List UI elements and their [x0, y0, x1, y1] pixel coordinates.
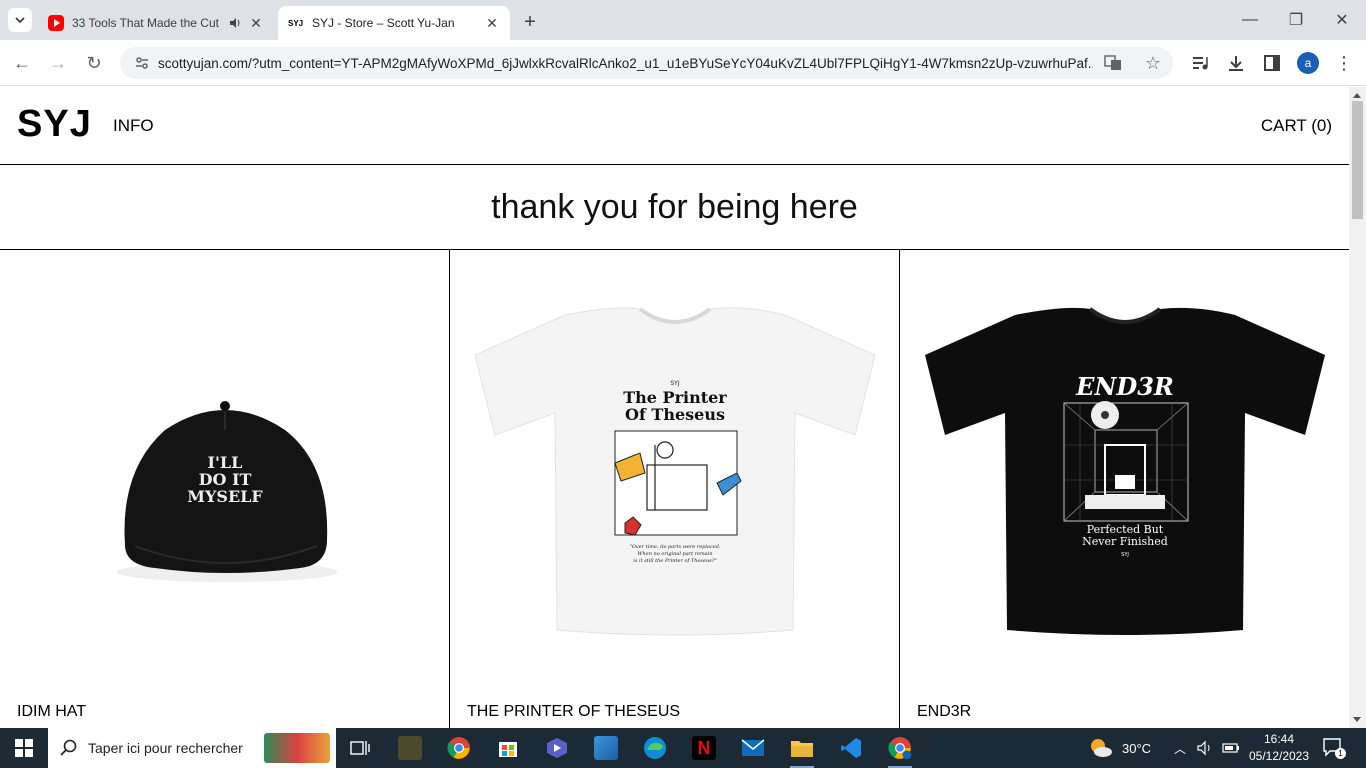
download-icon[interactable]: [1226, 53, 1246, 73]
speaker-icon[interactable]: [228, 16, 242, 30]
minimize-icon[interactable]: —: [1238, 8, 1262, 32]
cart-link[interactable]: CART (0): [1261, 116, 1332, 136]
shirt-title-line: Of Theseus: [625, 405, 725, 424]
product-name[interactable]: THE PRINTER OF THESEUS: [467, 703, 680, 721]
shirt-subtitle-line: Never Finished: [1082, 535, 1168, 548]
scrollbar-thumb[interactable]: [1352, 101, 1363, 219]
menu-kebab-icon[interactable]: ⋮: [1334, 53, 1354, 73]
chevron-down-icon: [15, 17, 25, 24]
search-placeholder: Taper ici pour rechercher: [88, 740, 243, 756]
scroll-up-arrow-icon[interactable]: [1353, 93, 1361, 98]
task-view-icon[interactable]: [336, 728, 384, 768]
tray-expand-icon[interactable]: ︿: [1174, 728, 1186, 768]
file-explorer-icon[interactable]: [778, 728, 826, 768]
shirt-title: END3R: [1075, 372, 1174, 401]
product-name[interactable]: IDIM HAT: [17, 703, 86, 721]
hat-text-line: MYSELF: [187, 487, 263, 506]
product-card-idim-hat[interactable]: I'LL DO IT MYSELF IDIM HAT: [0, 250, 450, 728]
tab-youtube[interactable]: 33 Tools That Made the Cut ✕: [38, 6, 274, 40]
windows-start-icon[interactable]: [0, 728, 48, 768]
photos-icon[interactable]: [582, 728, 630, 768]
forward-icon[interactable]: →: [46, 51, 70, 75]
reload-icon[interactable]: ↻: [82, 51, 106, 75]
shirt-quote-line: When no original part remain: [637, 551, 712, 557]
video-editor-icon[interactable]: [533, 728, 581, 768]
new-tab-button[interactable]: +: [518, 10, 542, 34]
shirt-brand: SYJ: [670, 380, 679, 387]
windows-taskbar: Taper ici pour rechercher N 30°C ︿ 16:44…: [0, 728, 1366, 768]
welcome-banner: thank you for being here: [0, 165, 1349, 250]
nav-info-link[interactable]: INFO: [113, 116, 154, 136]
weather-temp: 30°C: [1122, 740, 1152, 756]
shirt-quote-line: is it still the Printer of Theseus?": [633, 558, 716, 564]
clock-date: 05/12/2023: [1248, 749, 1310, 763]
address-bar[interactable]: scottyujan.com/?utm_content=YT-APM2gMAfy…: [120, 47, 1173, 79]
site-header: SYJ INFO CART (0): [0, 87, 1349, 165]
browser-toolbar: ← → ↻ scottyujan.com/?utm_content=YT-APM…: [0, 40, 1366, 86]
side-panel-icon[interactable]: [1262, 53, 1282, 73]
battery-icon[interactable]: [1222, 728, 1240, 768]
notification-center-icon[interactable]: 1: [1322, 737, 1346, 759]
weather-sun-cloud-icon: [1091, 739, 1112, 757]
product-card-printer-of-theseus[interactable]: SYJ The Printer Of Theseus "Over time, i…: [450, 250, 900, 728]
product-name[interactable]: END3R: [917, 703, 971, 721]
taskbar-search-box[interactable]: Taper ici pour rechercher: [48, 728, 336, 768]
scroll-down-arrow-icon[interactable]: [1353, 717, 1361, 722]
tab-title: 33 Tools That Made the Cut: [72, 16, 219, 30]
mail-icon[interactable]: [729, 728, 777, 768]
shirt-brand: SYJ: [1121, 552, 1129, 558]
window-close-icon[interactable]: ✕: [1330, 8, 1354, 32]
notification-count-badge: 1: [1335, 748, 1346, 759]
product-image-hat[interactable]: I'LL DO IT MYSELF: [0, 250, 449, 690]
bookmark-star-icon[interactable]: ☆: [1143, 53, 1163, 73]
arcade-app-icon[interactable]: [386, 728, 434, 768]
url-text[interactable]: scottyujan.com/?utm_content=YT-APM2gMAfy…: [158, 56, 1093, 71]
tab-close-icon[interactable]: ✕: [248, 15, 264, 31]
vscode-icon[interactable]: [827, 728, 875, 768]
tab-close-icon[interactable]: ✕: [484, 15, 500, 31]
youtube-icon: [48, 15, 64, 31]
volume-icon[interactable]: [1197, 728, 1213, 768]
search-icon: [60, 739, 77, 756]
product-image-white-shirt[interactable]: SYJ The Printer Of Theseus "Over time, i…: [450, 250, 899, 690]
edge-icon[interactable]: [631, 728, 679, 768]
product-image-black-shirt[interactable]: END3R Perfected But Never Finished SYJ: [900, 250, 1349, 690]
microsoft-store-icon[interactable]: [484, 728, 532, 768]
product-grid: I'LL DO IT MYSELF IDIM HAT SYJ The Print…: [0, 250, 1349, 728]
system-clock[interactable]: 16:44 05/12/2023: [1248, 731, 1310, 765]
chrome-icon[interactable]: [435, 728, 483, 768]
chrome-profile-icon[interactable]: [876, 728, 924, 768]
tab-syj-store[interactable]: SYJ SYJ - Store – Scott Yu-Jan ✕: [278, 6, 510, 40]
product-card-end3r[interactable]: END3R Perfected But Never Finished SYJ E…: [900, 250, 1349, 728]
page-scrollbar[interactable]: [1349, 87, 1366, 728]
shirt-quote-line: "Over time, its parts were replaced.: [629, 544, 720, 550]
web-page: SYJ INFO CART (0) thank you for being he…: [0, 87, 1349, 728]
media-control-icon[interactable]: [1190, 53, 1210, 73]
search-highlight-gift-icon[interactable]: [264, 733, 330, 763]
translate-icon[interactable]: [1103, 53, 1123, 73]
syj-favicon: SYJ: [288, 18, 304, 28]
restore-icon[interactable]: ❐: [1284, 8, 1308, 32]
back-icon[interactable]: ←: [10, 51, 34, 75]
clock-time: 16:44: [1263, 732, 1295, 746]
weather-widget[interactable]: 30°C: [1088, 728, 1151, 768]
tab-search-button[interactable]: [8, 8, 32, 32]
tab-title: SYJ - Store – Scott Yu-Jan: [312, 16, 455, 30]
profile-avatar[interactable]: a: [1297, 52, 1319, 74]
site-logo[interactable]: SYJ: [17, 103, 92, 146]
site-info-icon[interactable]: [134, 55, 150, 71]
browser-tab-strip: 33 Tools That Made the Cut ✕ SYJ SYJ - S…: [0, 0, 1366, 40]
netflix-icon[interactable]: N: [680, 728, 728, 768]
